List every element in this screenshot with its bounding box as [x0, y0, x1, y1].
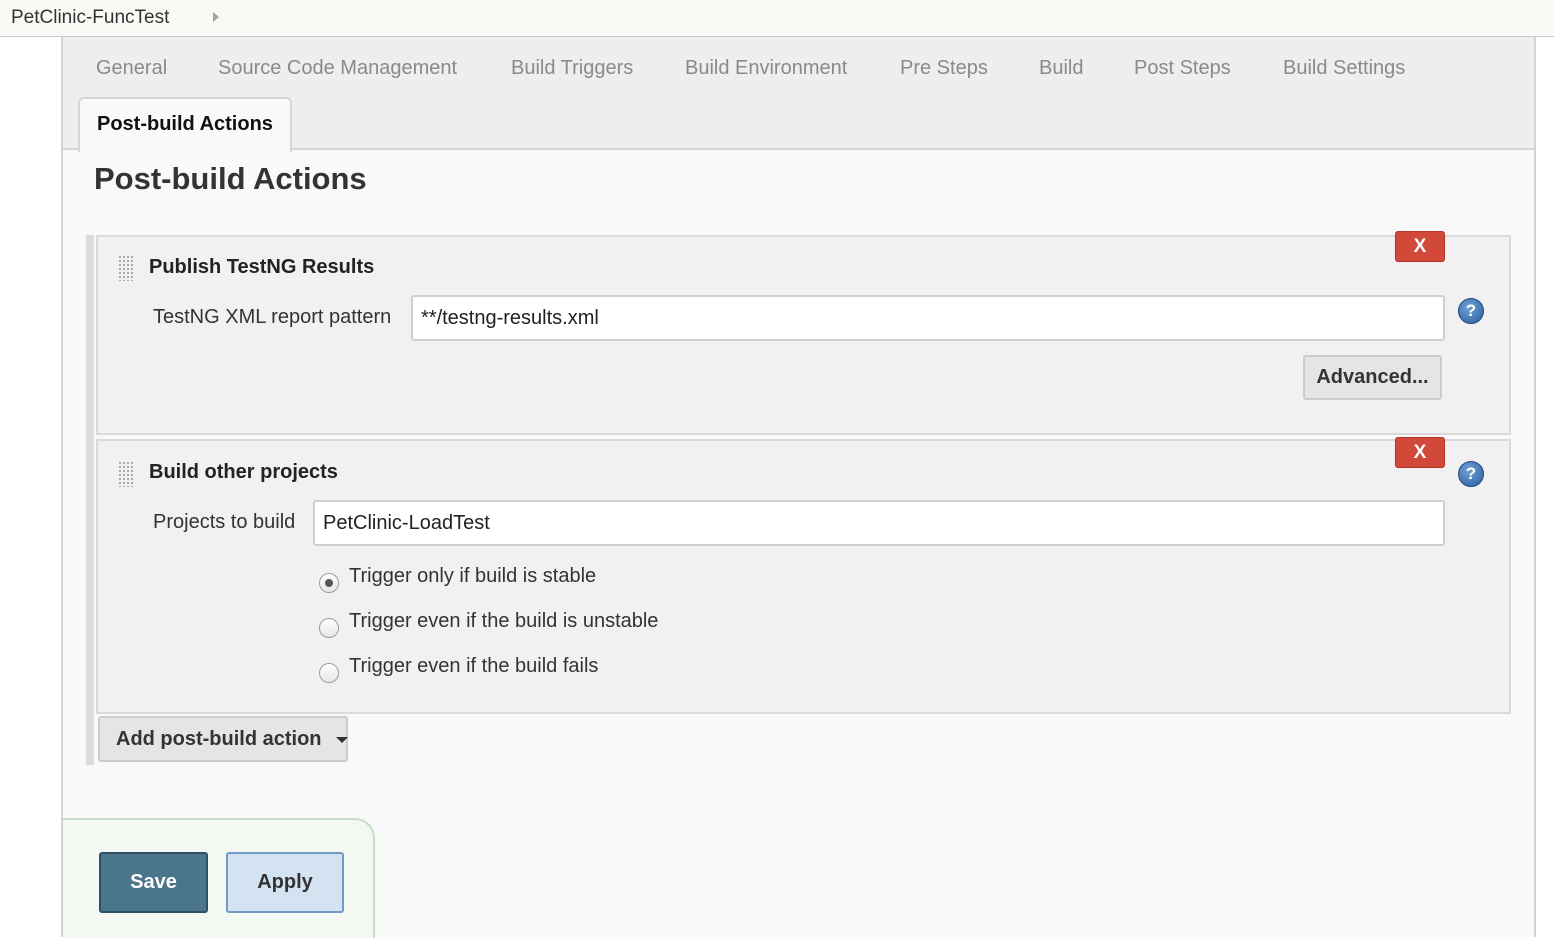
delete-action-button[interactable]: X: [1395, 231, 1445, 262]
trigger-fails-option[interactable]: Trigger even if the build fails: [319, 655, 639, 685]
action-publish-testng: Publish TestNG Results X TestNG XML repo…: [96, 231, 1511, 435]
bottom-button-bar: Save Apply: [63, 818, 375, 938]
delete-action-button[interactable]: X: [1395, 437, 1445, 468]
projects-to-build-label: Projects to build: [153, 511, 296, 533]
tab-build-settings[interactable]: Build Settings: [1283, 57, 1405, 80]
save-button[interactable]: Save: [99, 852, 208, 913]
action-title: Publish TestNG Results: [149, 256, 375, 278]
tab-pre-steps[interactable]: Pre Steps: [900, 57, 988, 80]
apply-button[interactable]: Apply: [226, 852, 344, 913]
add-post-build-action-button[interactable]: Add post-build action: [98, 716, 348, 762]
tab-general[interactable]: General: [96, 57, 167, 80]
drag-handle-icon[interactable]: [118, 461, 134, 487]
section-title: Post-build Actions: [94, 161, 367, 196]
tab-post-steps[interactable]: Post Steps: [1134, 57, 1231, 80]
trigger-unstable-option[interactable]: Trigger even if the build is unstable: [319, 610, 679, 640]
breadcrumb-menu-arrow-icon[interactable]: [213, 12, 219, 22]
help-icon[interactable]: ?: [1458, 461, 1484, 487]
chevron-down-icon: [335, 736, 348, 743]
testng-pattern-input[interactable]: [411, 295, 1445, 341]
testng-pattern-label: TestNG XML report pattern: [153, 306, 392, 328]
drag-handle-icon[interactable]: [118, 255, 134, 281]
tab-source-code-management[interactable]: Source Code Management: [218, 57, 457, 80]
radio-button[interactable]: [319, 663, 339, 683]
tab-build-environment[interactable]: Build Environment: [685, 57, 847, 80]
trigger-stable-option[interactable]: Trigger only if build is stable: [319, 565, 639, 595]
tab-build-triggers[interactable]: Build Triggers: [511, 57, 633, 80]
projects-to-build-input[interactable]: [313, 500, 1445, 546]
radio-label: Trigger only if build is stable: [349, 565, 597, 587]
action-title: Build other projects: [149, 461, 338, 483]
breadcrumb-project-link[interactable]: PetClinic-FuncTest: [11, 7, 169, 29]
action-build-other-projects: Build other projects X ? Projects to bui…: [96, 437, 1511, 714]
section-rail: [86, 235, 94, 765]
tab-build[interactable]: Build: [1039, 57, 1083, 80]
radio-label: Trigger even if the build is unstable: [349, 610, 659, 632]
config-tabbar: General Source Code Management Build Tri…: [63, 37, 1534, 152]
help-icon[interactable]: ?: [1458, 298, 1484, 324]
radio-button-checked[interactable]: [319, 573, 339, 593]
radio-button[interactable]: [319, 618, 339, 638]
advanced-button[interactable]: Advanced...: [1303, 355, 1442, 400]
breadcrumb: PetClinic-FuncTest: [0, 0, 1554, 37]
config-panel: General Source Code Management Build Tri…: [61, 37, 1536, 938]
add-action-label: Add post-build action: [116, 728, 322, 750]
radio-label: Trigger even if the build fails: [349, 655, 599, 677]
tab-post-build-actions[interactable]: Post-build Actions: [78, 97, 292, 152]
